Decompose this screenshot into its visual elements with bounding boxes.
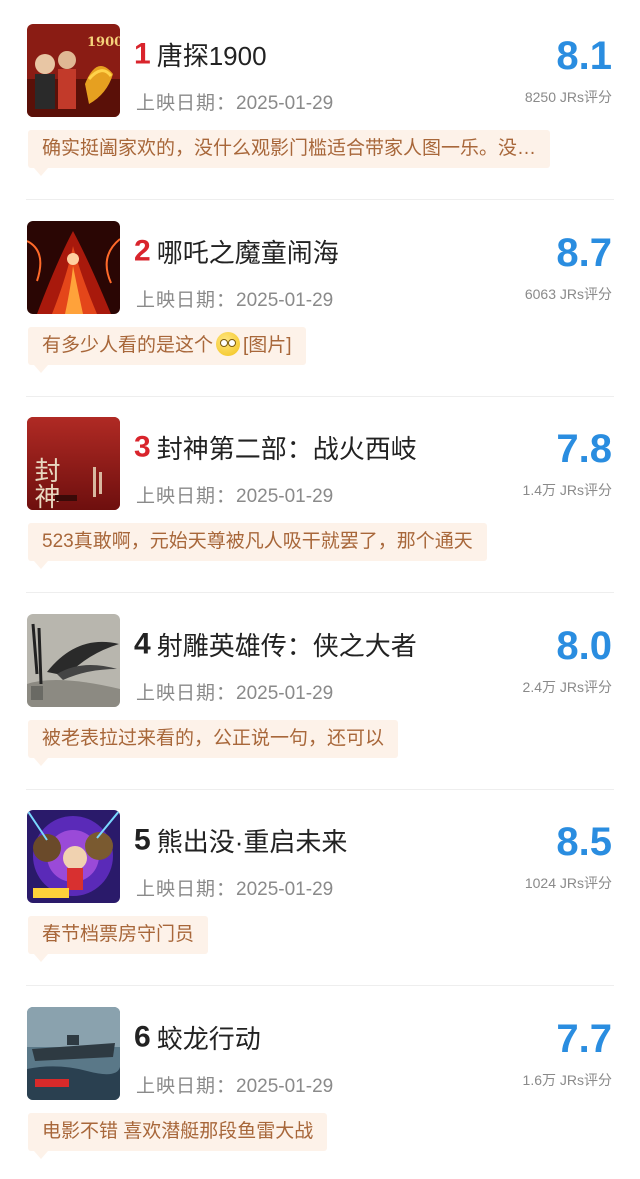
rank-number: 2 (134, 234, 151, 268)
movie-title-row[interactable]: 2 哪吒之魔童闹海 (134, 233, 339, 269)
svg-text:1900: 1900 (87, 35, 120, 50)
movie-list-item[interactable]: 2 哪吒之魔童闹海 上映日期：2025-01-29 8.7 6063 JRs评分 … (0, 197, 640, 393)
comment-bubble-tail (34, 758, 48, 766)
movie-ranking-list: 1900 1 唐探1900 上映日期：2025-01-29 8.1 8250 JR… (0, 0, 640, 1166)
comment-text: 被老表拉过来看的，公正说一句，还可以 (42, 728, 385, 749)
movie-list-item[interactable]: 4 射雕英雄传：侠之大者 上映日期：2025-01-29 8.0 2.4万 JRs… (0, 590, 640, 786)
release-date: 上映日期：2025-01-29 (136, 285, 333, 312)
movie-list-item[interactable]: 5 熊出没·重启未来 上映日期：2025-01-29 8.5 1024 JRs评分… (0, 786, 640, 982)
hot-comment-bubble[interactable]: 电影不错 喜欢潜艇那段鱼雷大战 (28, 1113, 328, 1151)
movie-title-row[interactable]: 1 唐探1900 (134, 36, 267, 72)
svg-text:封神: 封神 (30, 457, 60, 509)
release-date: 上映日期：2025-01-29 (136, 874, 333, 901)
score-value: 8.5 (556, 820, 612, 864)
release-date-label: 上映日期： (136, 290, 237, 311)
comment-image-tag: [图片] (243, 335, 292, 356)
score-value: 7.8 (556, 427, 612, 471)
release-date: 上映日期：2025-01-29 (136, 678, 333, 705)
release-date-label: 上映日期： (136, 683, 237, 704)
release-date: 上映日期：2025-01-29 (136, 88, 333, 115)
movie-list-item[interactable]: 6 蛟龙行动 上映日期：2025-01-29 7.7 1.6万 JRs评分 电影不… (0, 983, 640, 1179)
movie-title: 射雕英雄传：侠之大者 (156, 631, 417, 661)
release-date-value: 2025-01-29 (236, 93, 334, 114)
release-date-value: 2025-01-29 (236, 879, 334, 900)
movie-title: 哪吒之魔童闹海 (156, 238, 339, 268)
movie-title-row[interactable]: 4 射雕英雄传：侠之大者 (134, 626, 417, 662)
comment-text: 523真敢啊，元始天尊被凡人吸干就罢了，那个通天 (42, 531, 473, 552)
movie-poster[interactable] (27, 221, 120, 314)
release-date-label: 上映日期： (136, 93, 237, 114)
comment-bubble-tail (34, 168, 48, 176)
movie-title-row[interactable]: 3 封神第二部：战火西岐 (134, 429, 417, 465)
ratings-count: 2.4万 JRs评分 (522, 679, 612, 695)
rank-number: 5 (134, 823, 151, 857)
rank-number: 6 (134, 1020, 151, 1054)
rank-number: 1 (134, 37, 151, 71)
movie-list-item[interactable]: 1900 1 唐探1900 上映日期：2025-01-29 8.1 8250 JR… (0, 0, 640, 196)
movie-title-row[interactable]: 5 熊出没·重启未来 (134, 822, 347, 858)
comment-text: 有多少人看的是这个 (42, 335, 214, 356)
release-date-label: 上映日期： (136, 486, 237, 507)
movie-list-item[interactable]: 封神 3 封神第二部：战火西岐 上映日期：2025-01-29 7.8 1.4万 … (0, 393, 640, 589)
comment-text: 电影不错 喜欢潜艇那段鱼雷大战 (42, 1121, 314, 1142)
hot-comment-bubble[interactable]: 春节档票房守门员 (28, 916, 209, 954)
ratings-count: 8250 JRs评分 (524, 89, 612, 105)
movie-poster[interactable]: 1900 (27, 24, 120, 117)
comment-bubble-tail (34, 561, 48, 569)
comment-text: 确实挺阖家欢的，没什么观影门槛适合带家人图一乐。没… (42, 138, 537, 159)
movie-title: 蛟龙行动 (156, 1024, 261, 1054)
comment-bubble-tail (34, 365, 48, 373)
release-date: 上映日期：2025-01-29 (136, 481, 333, 508)
hot-comment-bubble[interactable]: 有多少人看的是这个 [图片] (28, 327, 306, 365)
ratings-count: 1.6万 JRs评分 (522, 1072, 612, 1088)
hot-comment-bubble[interactable]: 523真敢啊，元始天尊被凡人吸干就罢了，那个通天 (28, 523, 487, 561)
movie-poster[interactable] (27, 1007, 120, 1100)
movie-title: 熊出没·重启未来 (156, 827, 348, 857)
comment-bubble-tail (34, 1151, 48, 1159)
score-value: 7.7 (556, 1017, 612, 1061)
movie-poster[interactable]: 封神 (27, 417, 120, 510)
comment-text: 春节档票房守门员 (42, 924, 195, 945)
comment-bubble-tail (34, 954, 48, 962)
score-value: 8.7 (556, 231, 612, 275)
release-date-label: 上映日期： (136, 879, 237, 900)
score-value: 8.1 (556, 34, 612, 78)
release-date-value: 2025-01-29 (236, 290, 334, 311)
release-date-label: 上映日期： (136, 1076, 237, 1097)
rank-number: 3 (134, 430, 151, 464)
release-date-value: 2025-01-29 (236, 683, 334, 704)
release-date: 上映日期：2025-01-29 (136, 1071, 333, 1098)
ratings-count: 6063 JRs评分 (524, 286, 612, 302)
movie-poster[interactable] (27, 614, 120, 707)
score-value: 8.0 (556, 624, 612, 668)
rank-number: 4 (134, 627, 151, 661)
movie-title: 唐探1900 (156, 41, 267, 71)
hot-comment-bubble[interactable]: 被老表拉过来看的，公正说一句，还可以 (28, 720, 399, 758)
dizzy-face-emoji-icon (216, 332, 241, 356)
release-date-value: 2025-01-29 (236, 486, 334, 507)
ratings-count: 1024 JRs评分 (524, 875, 612, 891)
release-date-value: 2025-01-29 (236, 1076, 334, 1097)
movie-title: 封神第二部：战火西岐 (156, 434, 417, 464)
movie-poster[interactable] (27, 810, 120, 903)
movie-title-row[interactable]: 6 蛟龙行动 (134, 1019, 261, 1055)
ratings-count: 1.4万 JRs评分 (522, 482, 612, 498)
hot-comment-bubble[interactable]: 确实挺阖家欢的，没什么观影门槛适合带家人图一乐。没… (28, 130, 551, 168)
